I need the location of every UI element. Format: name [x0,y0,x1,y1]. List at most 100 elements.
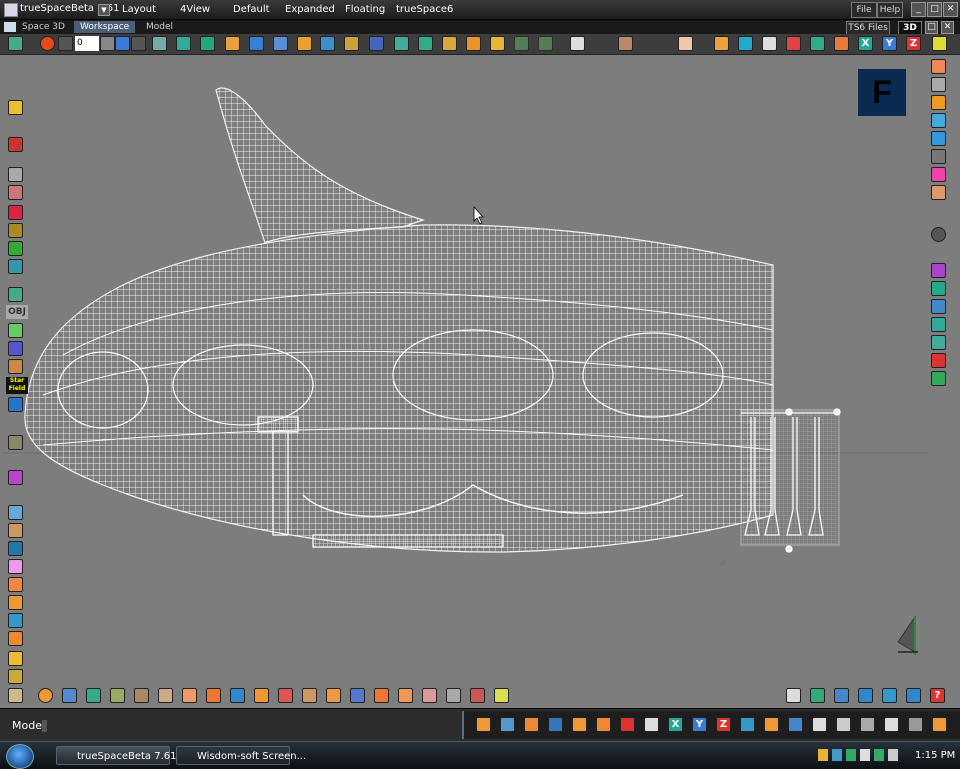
checker-icon[interactable] [350,688,365,703]
pencil-icon[interactable] [344,36,359,51]
globe-icon[interactable] [8,259,23,274]
move-object-icon[interactable] [476,717,491,732]
close-icon[interactable]: ✕ [943,2,958,17]
scale-object-icon[interactable] [524,717,539,732]
star-icon[interactable] [8,470,23,485]
cube-gray-icon[interactable] [931,149,946,164]
tray-icon-3[interactable] [846,749,856,761]
view-badge[interactable]: F [858,69,906,116]
spheres-icon[interactable] [931,131,946,146]
sequence-icon[interactable] [470,688,485,703]
ground-grid-icon[interactable] [834,688,849,703]
menu-floating[interactable]: Floating [345,4,385,15]
particles-icon[interactable] [225,36,240,51]
layers-green-icon[interactable] [931,317,946,332]
material-icon[interactable] [8,205,23,220]
spray-icon[interactable] [86,688,101,703]
z-axis-icon[interactable]: Z [906,36,921,51]
app-dropdown-button[interactable]: ▼ [98,4,110,16]
y-axis-icon[interactable]: Y [882,36,897,51]
axes-icon[interactable] [200,36,215,51]
z-lock-icon[interactable]: Z [716,717,731,732]
undo-object-icon[interactable] [176,36,191,51]
cube-drop-icon[interactable] [596,717,611,732]
volume-icon[interactable] [888,749,898,761]
ik-icon[interactable] [466,36,481,51]
tray-icon-1[interactable] [818,749,828,761]
y-lock-icon[interactable]: Y [692,717,707,732]
lightning-icon[interactable] [8,397,23,412]
grid-green-icon[interactable] [931,281,946,296]
pen-icon[interactable] [374,688,389,703]
square-icon[interactable] [762,36,777,51]
joints-icon[interactable] [490,36,505,51]
magnet-icon[interactable] [931,353,946,368]
shape-teal-icon[interactable] [320,36,335,51]
move-all-icon[interactable] [932,36,947,51]
x-axis-icon[interactable]: X [858,36,873,51]
swirl-icon[interactable] [906,688,921,703]
folder-bottom-icon[interactable] [398,688,413,703]
cube-select-icon[interactable] [572,717,587,732]
head-icon[interactable] [422,688,437,703]
clock[interactable]: 1:15 PM [915,750,955,761]
brush-icon[interactable] [8,541,23,556]
menu-default[interactable]: Default [233,4,270,15]
shape-right-1-icon[interactable] [931,59,946,74]
menu-expanded[interactable]: Expanded [285,4,335,15]
network-icon[interactable] [860,749,870,761]
axes-local-icon[interactable] [644,717,659,732]
cylinder-icon[interactable] [8,613,23,628]
x-lock-icon[interactable]: X [668,717,683,732]
start-button[interactable] [6,744,34,769]
delete-icon[interactable] [8,137,23,152]
box-icon[interactable] [8,287,23,302]
animal-icon[interactable] [8,435,23,450]
panel-close-icon[interactable]: ✕ [941,21,954,34]
chain-icon[interactable] [931,263,946,278]
swirl-object-icon[interactable] [740,717,755,732]
cylinder-gray-icon[interactable] [931,77,946,92]
sphere-orange-icon[interactable] [8,577,23,592]
spin-icon[interactable] [548,717,563,732]
sphere-primitive-icon[interactable] [38,688,53,703]
bowl-icon[interactable] [158,688,173,703]
folder-icon[interactable] [714,36,729,51]
wand-icon[interactable] [931,299,946,314]
shape-orange-icon[interactable] [297,36,312,51]
plane-icon[interactable] [230,688,245,703]
frame-input[interactable]: 0 [75,36,99,51]
tray-icon-2[interactable] [832,749,842,761]
bone-icon[interactable] [442,36,457,51]
light-icon[interactable] [834,36,849,51]
record-icon[interactable] [40,36,55,51]
path-icon[interactable] [8,505,23,520]
forward-icon[interactable] [131,36,146,51]
render-cube-icon[interactable] [810,688,825,703]
sphere-dark-icon[interactable] [931,227,946,242]
crate-icon[interactable] [110,688,125,703]
stamp-icon[interactable] [326,688,341,703]
keyframe-editor-icon[interactable] [152,36,167,51]
tab-space3d[interactable]: Space 3D [16,21,71,33]
tools-blue-icon[interactable] [369,36,384,51]
grid-snap-icon[interactable] [860,717,875,732]
select-arrow-icon[interactable] [786,688,801,703]
maximize-icon[interactable]: □ [927,2,942,17]
box-stack-icon[interactable] [206,688,221,703]
3d-viewport[interactable]: F [3,55,928,705]
lasso-icon[interactable] [8,523,23,538]
tab-workspace[interactable]: Workspace [74,21,136,33]
texture-icon[interactable] [302,688,317,703]
play-icon[interactable] [115,36,130,51]
paste-icon[interactable] [836,717,851,732]
rotate-object-icon[interactable] [500,717,515,732]
starfield-button[interactable]: Star Field [6,377,28,394]
hand-icon[interactable] [8,688,23,703]
wire-cube-icon[interactable] [738,36,753,51]
sphere-grid-icon[interactable] [8,241,23,256]
lock-icon[interactable] [932,717,947,732]
bulb-orange-icon[interactable] [931,95,946,110]
cut-icon[interactable] [254,688,269,703]
toolset-icon[interactable] [8,36,23,51]
